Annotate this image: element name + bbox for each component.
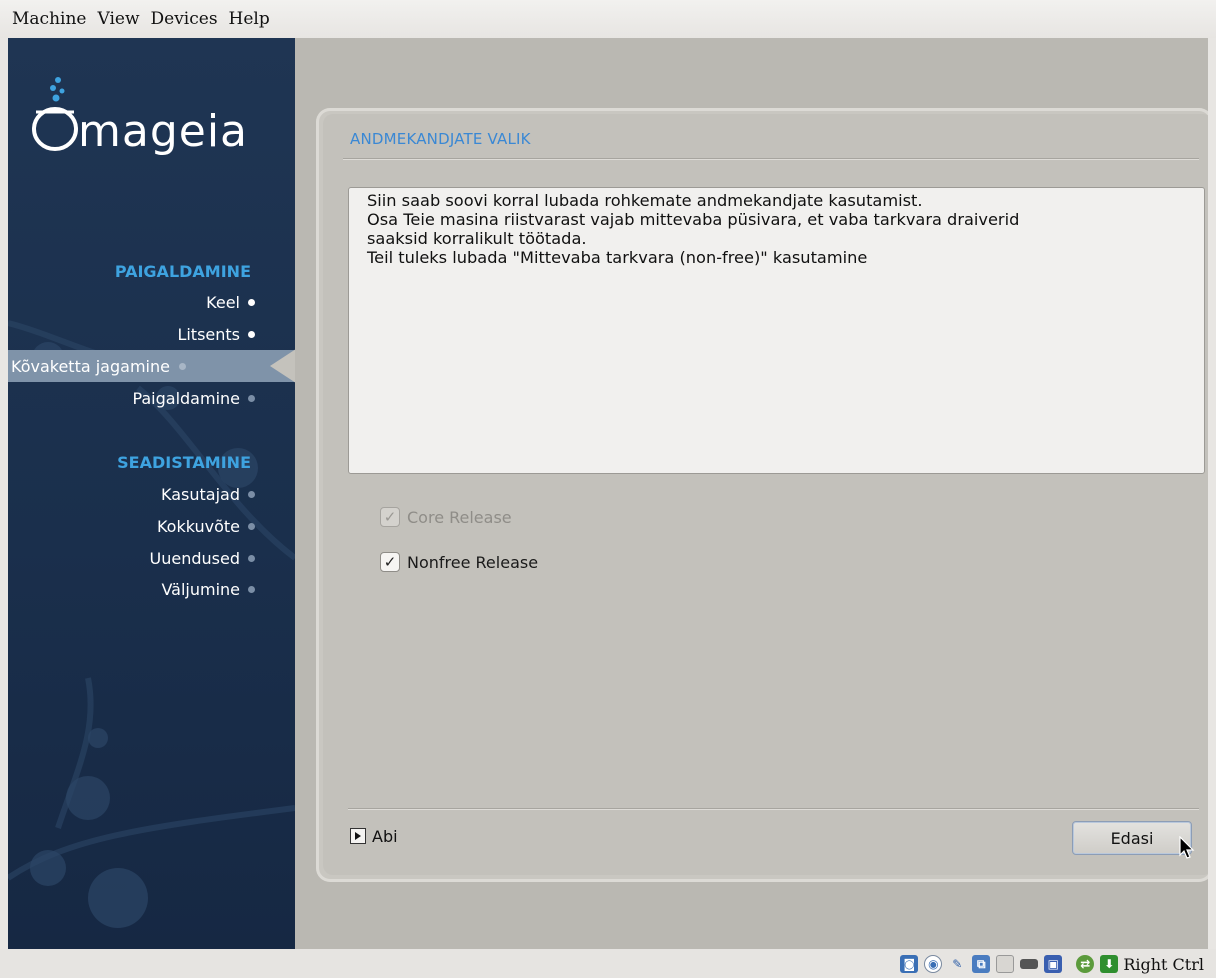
step-label: Kõvaketta jagamine <box>11 356 170 376</box>
nonfree-release-checkbox[interactable]: ✓ Nonfree Release <box>380 550 538 574</box>
installer-sidebar: mageia PAIGALDAMINE Keel Litsents Kõvake… <box>8 38 295 949</box>
brand-wordmark: mageia <box>78 106 249 157</box>
step-current-dot-icon <box>178 362 186 370</box>
description-textbox: Siin saab soovi korral lubada rohkemate … <box>348 187 1205 474</box>
step-pending-dot-icon <box>248 394 255 402</box>
step-pending-dot-icon <box>248 522 255 530</box>
menu-devices[interactable]: Devices <box>151 9 218 29</box>
step-label: Uuendused <box>149 548 240 568</box>
dialog-body: ANDMEKANDJATE VALIK Siin saab soovi korr… <box>323 114 1208 875</box>
host-key-label: Right Ctrl <box>1123 954 1204 974</box>
step-kokkuvote: Kokkuvõte <box>157 514 255 538</box>
shared-folders-icon[interactable] <box>996 955 1015 973</box>
step-label: Litsents <box>177 324 240 344</box>
step-paigaldamine: Paigaldamine <box>132 386 255 410</box>
host-key-arrow-icon: ⬇ <box>1100 955 1119 973</box>
section-heading-setup: SEADISTAMINE <box>117 453 251 472</box>
core-release-checkbox: ✓ Core Release <box>380 505 512 529</box>
step-label: Väljumine <box>161 579 240 599</box>
optical-drive-icon[interactable]: ◉ <box>924 955 943 973</box>
checkbox-label[interactable]: Nonfree Release <box>407 553 538 572</box>
current-step-pointer-icon <box>270 349 295 383</box>
display-icon[interactable]: ▣ <box>1044 955 1063 973</box>
step-label: Keel <box>206 292 240 312</box>
hard-disk-icon[interactable]: ◙ <box>900 955 919 973</box>
step-label: Kokkuvõte <box>156 516 240 536</box>
menu-view[interactable]: View <box>97 9 139 29</box>
step-pending-dot-icon <box>248 554 255 562</box>
expand-arrow-icon[interactable] <box>350 828 366 844</box>
host-statusbar: ◙ ◉ ✎ ⧉ ▣ ⇄ ⬇ Right Ctrl <box>0 949 1216 978</box>
network-icon[interactable]: ⧉ <box>972 955 991 973</box>
step-label: Paigaldamine <box>132 388 240 408</box>
help-label[interactable]: Abi <box>372 827 398 846</box>
usb-icon[interactable] <box>1020 959 1039 969</box>
capture-icon[interactable]: ⇄ <box>1076 955 1095 973</box>
dialog-title: ANDMEKANDJATE VALIK <box>350 130 531 148</box>
step-pending-dot-icon <box>248 490 255 498</box>
step-uuendused: Uuendused <box>150 546 255 570</box>
section-heading-install: PAIGALDAMINE <box>114 262 251 281</box>
step-done-dot-icon <box>248 298 255 306</box>
help-expander[interactable]: Abi <box>350 826 398 846</box>
step-litsents: Litsents <box>177 322 255 346</box>
shared-folder-pencil-icon[interactable]: ✎ <box>948 955 966 973</box>
step-pending-dot-icon <box>248 585 255 593</box>
step-keel: Keel <box>206 290 255 314</box>
checkbox-label: Core Release <box>407 507 512 527</box>
guest-screen: mageia PAIGALDAMINE Keel Litsents Kõvake… <box>8 38 1208 949</box>
footer-divider <box>348 808 1199 809</box>
step-kovaketta-jagamine: Kõvaketta jagamine <box>8 350 295 382</box>
checkmark-icon: ✓ <box>380 507 400 527</box>
media-selection-dialog: ANDMEKANDJATE VALIK Siin saab soovi korr… <box>316 108 1208 882</box>
step-valjumine: Väljumine <box>161 577 255 601</box>
step-done-dot-icon <box>248 330 255 338</box>
step-kasutajad: Kasutajad <box>161 482 255 506</box>
next-button[interactable]: Edasi <box>1072 821 1192 855</box>
mouse-pointer-icon <box>1179 836 1195 859</box>
device-tray: ◙ ◉ ✎ ⧉ ▣ ⇄ ⬇ Right Ctrl <box>894 953 1204 975</box>
checkmark-icon[interactable]: ✓ <box>380 552 400 572</box>
host-menubar: Machine View Devices Help <box>0 0 1216 38</box>
title-divider <box>343 158 1199 159</box>
menu-machine[interactable]: Machine <box>12 9 86 29</box>
menu-help[interactable]: Help <box>229 9 270 29</box>
step-label: Kasutajad <box>161 484 240 504</box>
